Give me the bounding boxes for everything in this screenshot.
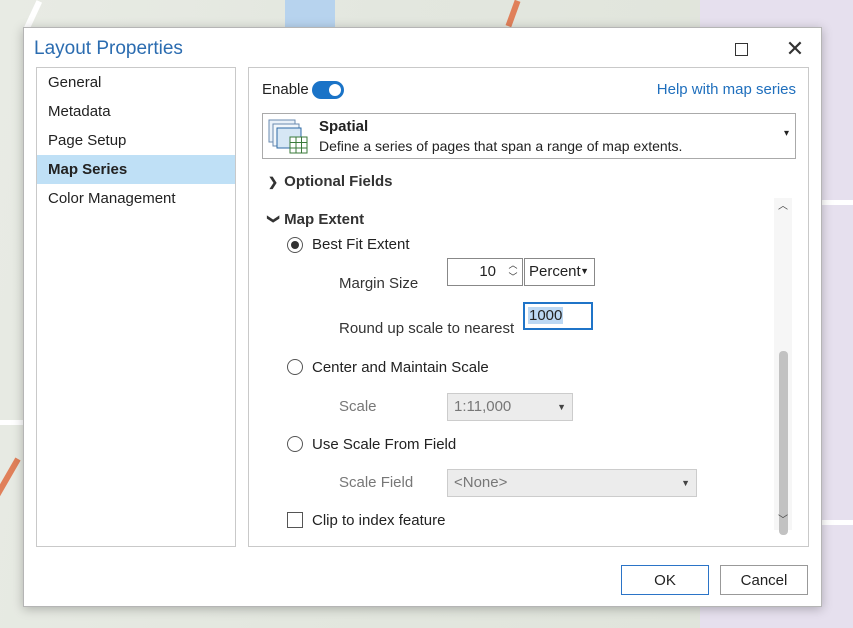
scale-field-radio[interactable] (287, 436, 303, 452)
sidebar-item-metadata[interactable]: Metadata (37, 97, 235, 126)
margin-size-input[interactable]: 10 ︿ ﹀ (447, 258, 523, 286)
enable-label: Enable (262, 81, 309, 98)
spin-up-icon[interactable]: ︿ (506, 259, 520, 271)
series-type-dropdown[interactable]: Spatial Define a series of pages that sp… (262, 113, 796, 159)
margin-unit-value: Percent (529, 263, 581, 280)
center-scale-label: Center and Maintain Scale (312, 359, 489, 376)
round-scale-value: 1000 (528, 307, 564, 324)
margin-unit-dropdown[interactable]: Percent ▼ (524, 258, 595, 286)
sidebar: General Metadata Page Setup Map Series C… (36, 67, 236, 547)
margin-size-label: Margin Size (339, 275, 419, 292)
round-scale-input[interactable]: 1000 (523, 302, 593, 330)
maximize-button[interactable] (728, 36, 754, 62)
scroll-up-icon[interactable]: ︿ (774, 198, 792, 216)
layout-properties-dialog: Layout Properties ✕ General Metadata Pag… (23, 27, 822, 607)
spatial-series-icon (268, 119, 308, 154)
dropdown-caret-icon: ▾ (783, 128, 789, 139)
map-extent-label: Map Extent (284, 211, 365, 228)
spin-down-icon[interactable]: ﹀ (506, 271, 520, 283)
scroll-thumb[interactable] (779, 351, 788, 535)
map-water (285, 0, 335, 27)
clip-label: Clip to index feature (312, 512, 446, 529)
margin-spinner[interactable]: ︿ ﹀ (506, 259, 520, 285)
maximize-icon (734, 42, 748, 56)
cancel-button[interactable]: Cancel (720, 565, 808, 595)
scale-dropdown[interactable]: 1:11,000 ▼ (447, 393, 573, 421)
scale-field-dropdown[interactable]: <None> ▼ (447, 469, 697, 497)
center-scale-radio[interactable] (287, 359, 303, 375)
chevron-down-icon: ❯ (267, 214, 281, 225)
ok-button[interactable]: OK (621, 565, 709, 595)
sidebar-item-map-series[interactable]: Map Series (37, 155, 235, 184)
round-scale-label: Round up scale to nearest (339, 320, 515, 337)
dropdown-caret-icon: ▼ (557, 402, 566, 412)
series-type-description: Define a series of pages that span a ran… (319, 138, 683, 154)
enable-toggle[interactable] (312, 81, 344, 99)
scale-field-option-label: Use Scale From Field (312, 436, 457, 453)
scale-field-value: <None> (454, 474, 508, 491)
optional-fields-label: Optional Fields (284, 173, 393, 190)
panel-scrollbar[interactable]: ︿ ﹀ (774, 198, 792, 535)
map-road (505, 0, 521, 28)
map-road (0, 457, 21, 513)
scale-label: Scale (339, 398, 377, 415)
series-type-title: Spatial (319, 118, 369, 135)
chevron-right-icon: ❯ (268, 175, 279, 189)
clip-checkbox[interactable] (287, 512, 303, 528)
help-link[interactable]: Help with map series (657, 81, 796, 98)
sidebar-item-color-management[interactable]: Color Management (37, 184, 235, 213)
map-road (820, 520, 853, 525)
close-button[interactable]: ✕ (782, 36, 808, 62)
best-fit-label: Best Fit Extent (312, 236, 410, 253)
dialog-title: Layout Properties (34, 38, 183, 59)
sidebar-item-page-setup[interactable]: Page Setup (37, 126, 235, 155)
dropdown-caret-icon: ▼ (580, 266, 589, 276)
toggle-knob (329, 84, 341, 96)
close-icon: ✕ (785, 36, 805, 61)
map-road (0, 420, 23, 425)
scroll-down-icon[interactable]: ﹀ (774, 512, 792, 530)
scale-field-label: Scale Field (339, 474, 414, 491)
dropdown-caret-icon: ▼ (681, 478, 690, 488)
map-series-panel: Enable Help with map series Spatial Defi… (248, 67, 809, 547)
map-extent-section[interactable]: ❯ Map Extent (267, 211, 365, 228)
margin-size-value: 10 (479, 263, 496, 280)
best-fit-radio[interactable] (287, 237, 303, 253)
scale-value: 1:11,000 (454, 398, 512, 415)
map-road (23, 0, 43, 30)
sidebar-item-general[interactable]: General (37, 68, 235, 97)
map-road (820, 200, 853, 205)
optional-fields-section[interactable]: ❯ Optional Fields (268, 173, 393, 190)
